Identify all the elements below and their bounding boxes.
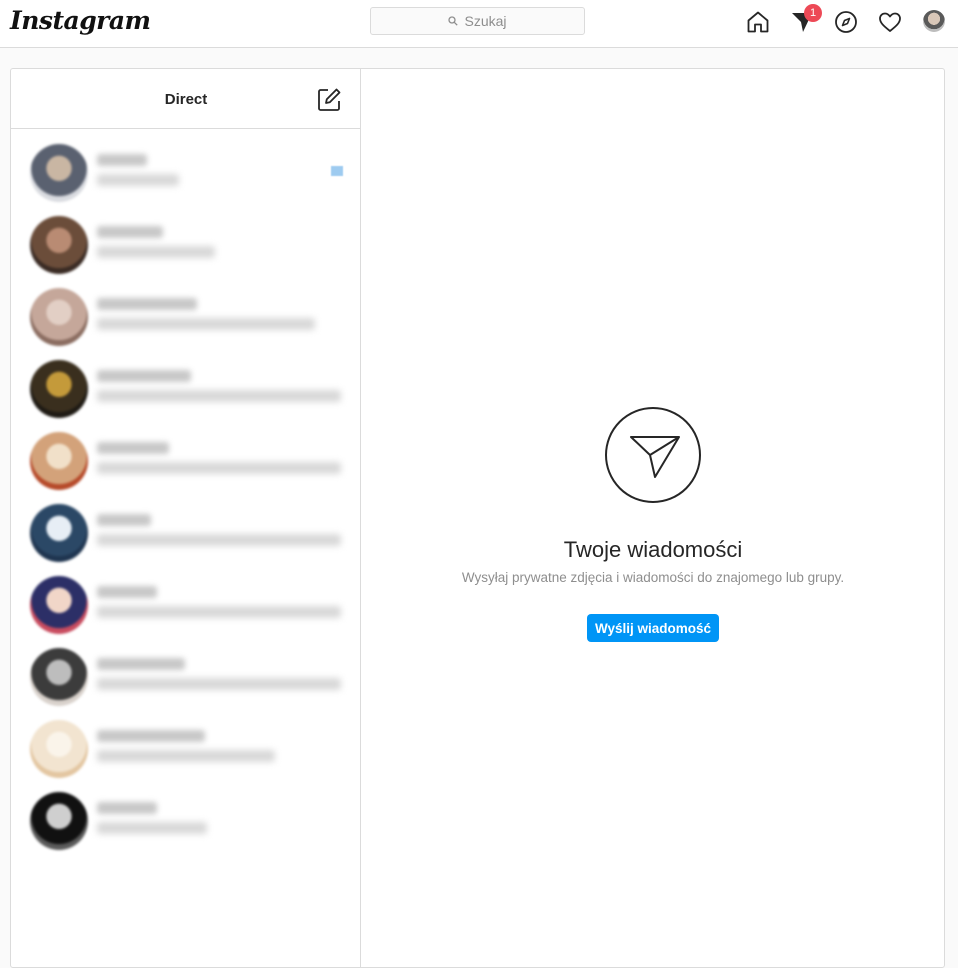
conversation-name-redacted — [97, 514, 151, 526]
conversation-item[interactable] — [11, 286, 361, 350]
avatar — [30, 432, 88, 490]
unread-indicator — [331, 166, 343, 176]
conversation-name-redacted — [97, 802, 157, 814]
paper-plane-icon — [630, 436, 680, 478]
conversation-preview-redacted — [97, 750, 275, 762]
heart-icon[interactable] — [878, 10, 904, 36]
send-message-illustration — [605, 407, 701, 503]
empty-inbox-view: Twoje wiadomości Wysyłaj prywatne zdjęci… — [361, 69, 945, 967]
profile-avatar[interactable] — [923, 10, 945, 32]
conversation-name-redacted — [97, 226, 163, 238]
conversation-preview-redacted — [97, 678, 341, 690]
conversation-preview-redacted — [97, 390, 341, 402]
conversation-item[interactable] — [11, 142, 361, 206]
direct-title: Direct — [164, 91, 208, 108]
notification-badge: 1 — [804, 4, 822, 22]
conversation-item[interactable] — [11, 574, 361, 638]
conversation-preview-redacted — [97, 246, 215, 258]
direct-panel: Direct Twoje wiadomości Wysyłaj prywatne… — [10, 68, 945, 968]
conversation-preview-redacted — [97, 174, 179, 186]
avatar — [30, 648, 88, 706]
conversation-name-redacted — [97, 154, 147, 166]
conversation-item[interactable] — [11, 430, 361, 494]
avatar — [30, 504, 88, 562]
search-icon — [448, 16, 459, 26]
avatar — [30, 288, 88, 346]
conversation-list: Direct — [11, 69, 361, 967]
conversation-name-redacted — [97, 442, 169, 454]
search-input[interactable]: Szukaj — [370, 7, 585, 35]
conversation-name-redacted — [97, 658, 185, 670]
conversation-list-header: Direct — [11, 69, 360, 129]
search-placeholder: Szukaj — [464, 13, 507, 29]
instagram-logo[interactable]: Instagram — [10, 6, 151, 35]
avatar — [30, 792, 88, 850]
conversation-item[interactable] — [11, 502, 361, 566]
conversation-name-redacted — [97, 730, 205, 742]
empty-inbox-heading: Twoje wiadomości — [563, 537, 743, 562]
home-icon[interactable] — [746, 10, 772, 36]
explore-icon[interactable] — [834, 10, 860, 36]
conversation-preview-redacted — [97, 822, 207, 834]
compose-icon[interactable] — [316, 87, 342, 113]
empty-inbox-subtext: Wysyłaj prywatne zdjęcia i wiadomości do… — [461, 570, 845, 585]
conversation-preview-redacted — [97, 462, 341, 474]
conversation-preview-redacted — [97, 606, 341, 618]
conversation-item[interactable] — [11, 214, 361, 278]
avatar — [30, 144, 88, 202]
conversation-item[interactable] — [11, 646, 361, 710]
top-navbar: Instagram Szukaj 1 — [0, 0, 958, 48]
conversation-item[interactable] — [11, 718, 361, 782]
avatar — [30, 360, 88, 418]
avatar — [30, 720, 88, 778]
conversation-name-redacted — [97, 586, 157, 598]
conversation-item[interactable] — [11, 358, 361, 422]
conversation-name-redacted — [97, 298, 197, 310]
send-message-button[interactable]: Wyślij wiadomość — [587, 614, 719, 642]
conversation-item[interactable] — [11, 790, 361, 854]
avatar — [30, 216, 88, 274]
conversation-preview-redacted — [97, 318, 315, 330]
conversation-name-redacted — [97, 370, 191, 382]
conversation-preview-redacted — [97, 534, 341, 546]
avatar — [30, 576, 88, 634]
